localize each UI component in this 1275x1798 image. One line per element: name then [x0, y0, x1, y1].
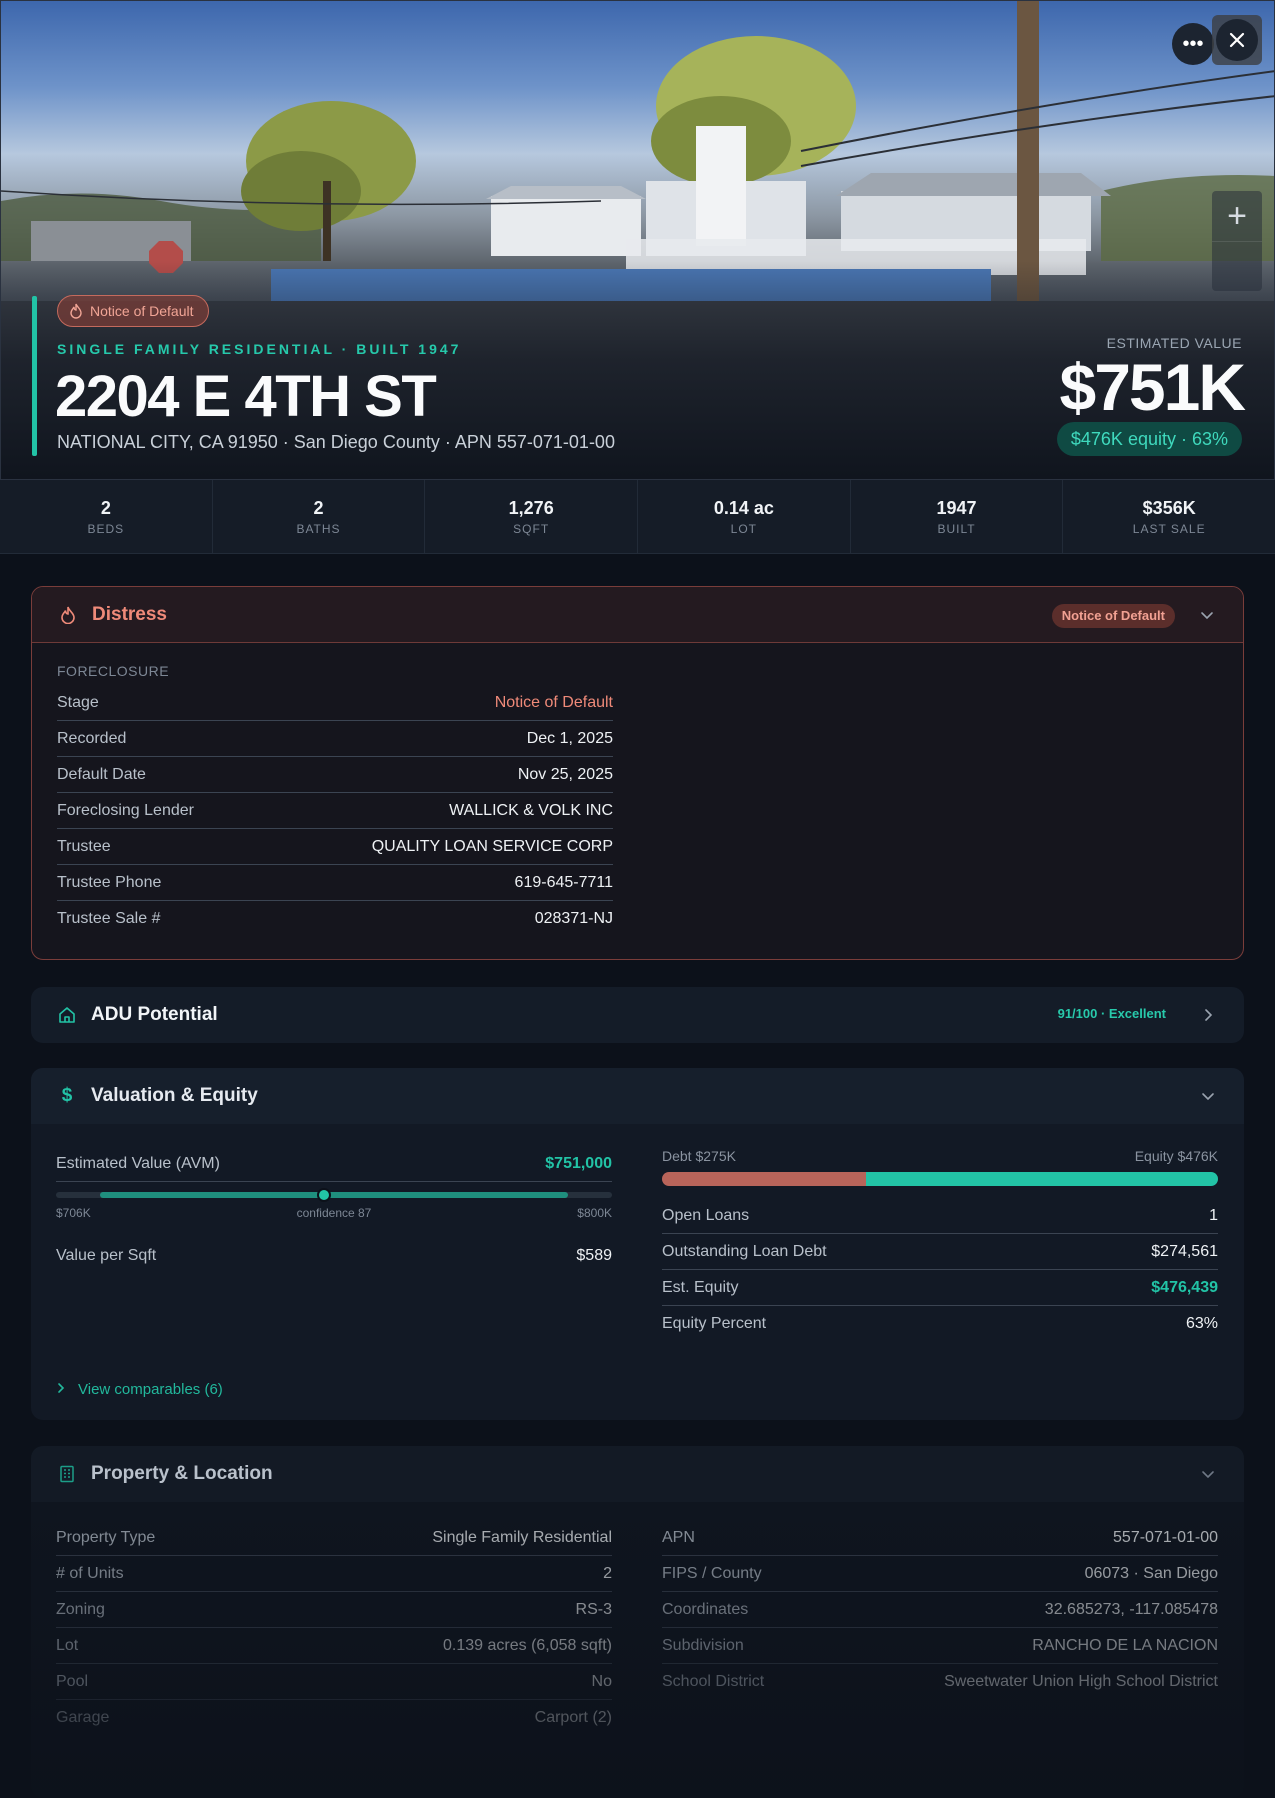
zoom-in-button[interactable]: +	[1212, 191, 1262, 241]
kv-trustee: Trustee QUALITY LOAN SERVICE CORP	[57, 829, 613, 865]
distress-card: Distress Notice of Default FORECLOSURE S…	[31, 586, 1244, 960]
kv-apn: APN 557-071-01-00	[662, 1520, 1218, 1556]
stat-last-sale: $356K LAST SALE	[1132, 498, 1206, 536]
confidence-label: confidence 87	[296, 1206, 372, 1220]
building-icon	[57, 1464, 77, 1484]
street-view-zoom-control: +	[1212, 191, 1262, 291]
equity-column: Debt $275K Equity $476K Open Loans 1 Outs…	[662, 1148, 1218, 1342]
avm-column: Estimated Value (AVM) $751,000 $706K con…	[56, 1146, 612, 1274]
chevron-right-icon	[58, 1383, 65, 1393]
distress-badge: Notice of Default	[1051, 604, 1175, 628]
stat-sqft: 1,276 SQFT	[425, 480, 639, 553]
equity-segment	[865, 1172, 1218, 1186]
avm-range-fill	[100, 1192, 568, 1198]
distress-header[interactable]: Distress Notice of Default	[32, 587, 1243, 643]
foreclosure-rows: Stage Notice of Default Recorded Dec 1, 20…	[57, 685, 613, 937]
kv-pool: Pool No	[56, 1664, 612, 1700]
stat-baths: 2 BATHS	[213, 480, 426, 553]
equity-rows: Open Loans 1 Outstanding Loan Debt $274,56…	[662, 1198, 1218, 1342]
plus-icon: +	[1227, 196, 1247, 235]
dollar-icon: $	[61, 1085, 73, 1106]
valuation-card: $ Valuation & Equity Estimated Value (AV…	[31, 1068, 1244, 1420]
avm-range-slider	[56, 1188, 612, 1206]
debt-equity-bar	[662, 1172, 1218, 1186]
page-title: 2204 E 4TH ST	[55, 364, 437, 429]
debt-equity-labels: Debt $275K Equity $476K	[662, 1148, 1218, 1168]
kv-foreclosing-lender: Foreclosing Lender WALLICK & VOLK INC	[57, 793, 613, 829]
kv-recorded: Recorded Dec 1, 2025	[57, 721, 613, 757]
kv-school-district: School District Sweetwater Union High Sch…	[662, 1673, 1218, 1690]
kv-value-per-sqft: Value per Sqft $589	[56, 1247, 612, 1264]
status-pill: Notice of Default	[57, 295, 209, 327]
property-location-card: Property & Location Property Type Single …	[31, 1446, 1244, 1798]
chevron-down-icon[interactable]	[1198, 1464, 1218, 1484]
avm-range-labels: $706K confidence 87 $800K	[56, 1206, 612, 1224]
close-button-frame	[1212, 15, 1262, 65]
street-view-hero[interactable]: ••• + Notice of Default SINGLE FAMILY RE…	[0, 0, 1275, 480]
adu-header[interactable]: ADU Potential 91/100 · Excellent	[31, 987, 1244, 1043]
equity-pill: $476K equity · 63%	[1056, 422, 1242, 456]
kv-units: # of Units 2	[56, 1556, 612, 1592]
avm-value-marker	[317, 1188, 332, 1202]
kv-coordinates: Coordinates 32.685273, -117.085478	[662, 1592, 1218, 1628]
close-button[interactable]	[1216, 19, 1258, 61]
kv-lot: Lot 0.139 acres (6,058 sqft)	[56, 1628, 612, 1664]
kv-trustee-phone: Trustee Phone 619-645-7711	[57, 865, 613, 901]
chevron-down-icon[interactable]	[1198, 1086, 1218, 1106]
valuation-header[interactable]: $ Valuation & Equity	[31, 1068, 1244, 1124]
property-eyebrow: SINGLE FAMILY RESIDENTIAL · BUILT 1947	[57, 341, 462, 357]
more-button[interactable]: •••	[1172, 23, 1214, 65]
kv-fips-county: FIPS / County 06073 · San Diego	[662, 1556, 1218, 1592]
range-high: $800K	[577, 1206, 612, 1220]
zoom-out-button[interactable]	[1212, 242, 1262, 291]
debt-segment	[662, 1172, 866, 1186]
kv-open-loans: Open Loans 1	[662, 1198, 1218, 1234]
property-header[interactable]: Property & Location	[31, 1446, 1244, 1502]
kv-property-type: Property Type Single Family Residential	[56, 1520, 612, 1556]
stat-beds: 2 BEDS	[0, 480, 213, 553]
kv-garage: Garage Carport (2)	[56, 1709, 612, 1726]
equity-label: Equity $476K	[1134, 1148, 1218, 1164]
hero-accent-bar	[32, 296, 37, 456]
kv-stage: Stage Notice of Default	[57, 685, 613, 721]
adu-title: ADU Potential	[91, 1004, 218, 1025]
foreclosure-label: FORECLOSURE	[57, 663, 170, 679]
kv-subdivision: Subdivision RANCHO DE LA NACION	[662, 1628, 1218, 1664]
property-subtitle: NATIONAL CITY, CA 91950 · San Diego Coun…	[57, 432, 615, 452]
kv-avm: Estimated Value (AVM) $751,000	[56, 1146, 612, 1182]
adu-score: 91/100 · Excellent	[1057, 1006, 1166, 1021]
kv-est-equity: Est. Equity $476,439	[662, 1270, 1218, 1306]
flame-icon	[58, 605, 78, 625]
debt-label: Debt $275K	[662, 1148, 736, 1164]
more-horizontal-icon: •••	[1182, 32, 1204, 55]
kv-default-date: Default Date Nov 25, 2025	[57, 757, 613, 793]
foreclosure-section: FORECLOSURE Stage Notice of Default Recor…	[57, 663, 613, 937]
stat-built: 1947 BUILT	[851, 480, 1064, 553]
kv-equity-percent: Equity Percent 63%	[662, 1315, 1218, 1332]
property-left-column: Property Type Single Family Residential #…	[56, 1520, 612, 1736]
estimated-value: $751K	[1059, 350, 1246, 424]
kv-outstanding-debt: Outstanding Loan Debt $274,561	[662, 1234, 1218, 1270]
home-icon	[57, 1005, 77, 1025]
view-comparables-link[interactable]: View comparables (6)	[56, 1381, 223, 1398]
chevron-right-icon[interactable]	[1198, 1005, 1218, 1025]
valuation-title: Valuation & Equity	[91, 1085, 258, 1106]
stats-strip: 2 BEDS 2 BATHS 1,276 SQFT 0.14 ac LOT 1947 BU…	[0, 480, 1275, 554]
flame-icon	[70, 303, 82, 319]
kv-zoning: Zoning RS-3	[56, 1592, 612, 1628]
property-right-column: APN 557-071-01-00 FIPS / County 06073 · Sa…	[662, 1520, 1218, 1700]
property-title: Property & Location	[91, 1463, 273, 1484]
adu-potential-card[interactable]: ADU Potential 91/100 · Excellent	[31, 987, 1244, 1043]
chevron-down-icon[interactable]	[1197, 605, 1217, 625]
close-icon	[1229, 32, 1245, 48]
stat-lot: 0.14 ac LOT	[638, 480, 851, 553]
kv-trustee-sale: Trustee Sale #028371-NJ	[57, 910, 613, 927]
distress-title: Distress	[92, 603, 167, 625]
